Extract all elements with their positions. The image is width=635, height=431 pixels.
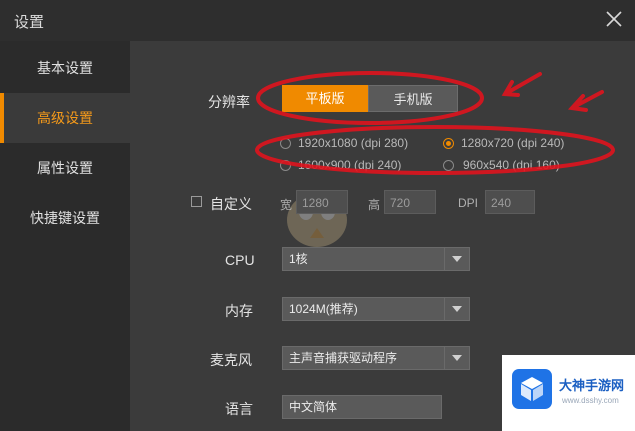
site-watermark: 大神手游网 www.dsshy.com — [502, 355, 635, 431]
radio-label-960x540: 960x540 (dpi 160) — [463, 158, 560, 172]
radio-960x540[interactable] — [443, 160, 454, 171]
mic-value: 主声音捕获驱动程序 — [289, 351, 398, 365]
width-label: 宽 — [280, 198, 293, 212]
cube-logo-icon — [512, 369, 552, 409]
custom-label: 自定义 — [210, 196, 252, 212]
dpi-label: DPI — [458, 196, 479, 210]
tab-phone[interactable]: 手机版 — [368, 85, 458, 112]
dpi-input[interactable]: 240 — [485, 190, 535, 214]
chevron-down-icon — [444, 347, 469, 369]
watermark-title: 大神手游网 — [559, 378, 625, 393]
language-value: 中文简体 — [289, 400, 338, 414]
sidebar-item-shortcuts[interactable]: 快捷键设置 — [0, 193, 130, 243]
mic-select[interactable]: 主声音捕获驱动程序 — [282, 346, 470, 370]
sidebar-item-advanced[interactable]: 高级设置 — [0, 93, 130, 143]
title-bar: 设置 — [0, 0, 635, 41]
memory-value: 1024M(推荐) — [289, 302, 358, 316]
radio-1600x900[interactable] — [280, 160, 291, 171]
cpu-select[interactable]: 1核 — [282, 247, 470, 271]
watermark-subtitle: www.dsshy.com — [562, 396, 619, 405]
mic-label: 麦克风 — [210, 352, 252, 368]
height-label: 高 — [368, 198, 381, 212]
radio-label-1600x900: 1600x900 (dpi 240) — [298, 158, 402, 172]
cpu-value: 1核 — [289, 252, 308, 266]
memory-select[interactable]: 1024M(推荐) — [282, 297, 470, 321]
sidebar-item-properties[interactable]: 属性设置 — [0, 143, 130, 193]
custom-checkbox[interactable] — [191, 196, 202, 207]
radio-label-1920x1080: 1920x1080 (dpi 280) — [298, 136, 409, 150]
settings-sidebar: 基本设置 高级设置 属性设置 快捷键设置 — [0, 41, 130, 431]
close-icon[interactable] — [603, 8, 625, 30]
radio-label-1280x720: 1280x720 (dpi 240) — [461, 136, 565, 150]
resolution-label: 分辨率 — [208, 94, 250, 110]
height-input[interactable]: 720 — [384, 190, 436, 214]
window-title: 设置 — [14, 14, 45, 31]
sidebar-item-basic[interactable]: 基本设置 — [0, 43, 130, 93]
radio-1280x720[interactable] — [443, 138, 454, 149]
chevron-down-icon — [444, 298, 469, 320]
language-label: 语言 — [225, 401, 253, 417]
width-input[interactable]: 1280 — [296, 190, 348, 214]
chevron-down-icon — [444, 248, 469, 270]
cpu-label: CPU — [225, 252, 255, 268]
radio-1920x1080[interactable] — [280, 138, 291, 149]
tab-tablet[interactable]: 平板版 — [282, 85, 368, 112]
memory-label: 内存 — [225, 303, 253, 319]
language-select[interactable]: 中文简体 — [282, 395, 442, 419]
